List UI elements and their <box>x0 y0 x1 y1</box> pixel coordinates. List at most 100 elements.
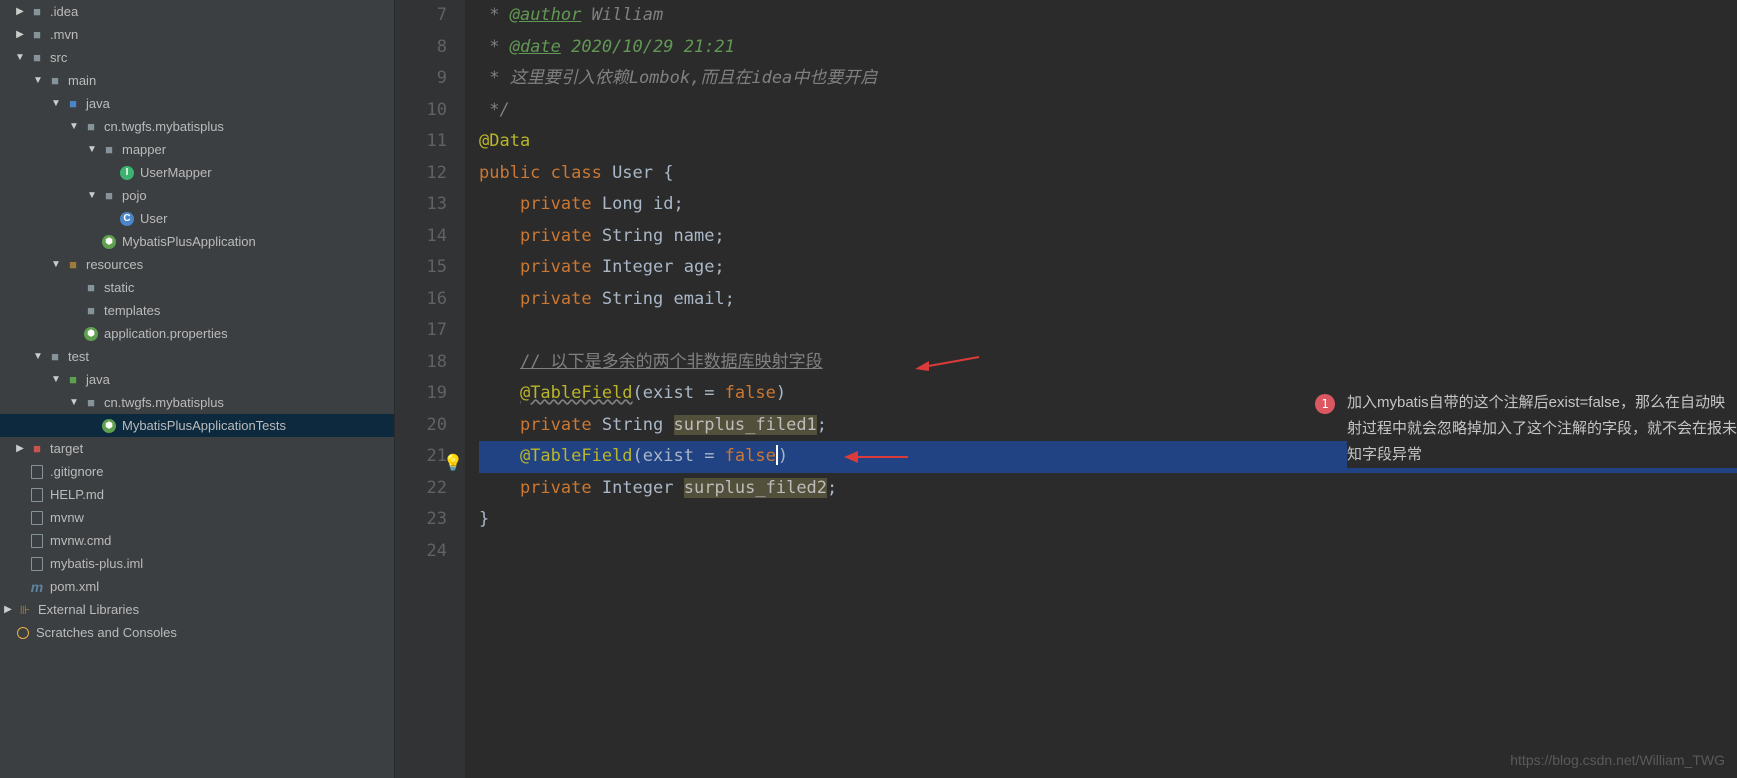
tree-item-pom[interactable]: m pom.xml <box>0 575 394 598</box>
tree-item-props[interactable]: ⬢ application.properties <box>0 322 394 345</box>
tree-label: MybatisPlusApplicationTests <box>122 418 286 433</box>
code-line: * @date 2020/10/29 21:21 <box>479 32 1737 64</box>
tree-label: MybatisPlusApplication <box>122 234 256 249</box>
project-tree[interactable]: ▶ ■ .idea ▶ ■ .mvn ▼ ■ src ▼ ■ main ▼ ■ … <box>0 0 395 778</box>
chevron-right-icon: ▶ <box>0 604 16 615</box>
tree-item-usermapper[interactable]: I UserMapper <box>0 161 394 184</box>
line-number: 22 <box>395 473 447 505</box>
properties-icon: ⬢ <box>82 326 100 342</box>
line-number: 21 <box>395 441 447 473</box>
arrow-icon <box>915 353 981 373</box>
annotation-callout: 1 加入mybatis自带的这个注解后exist=false，那么在自动映射过程… <box>1315 390 1737 468</box>
tree-label: mvnw <box>50 510 84 525</box>
tree-item-help[interactable]: HELP.md <box>0 483 394 506</box>
tree-label: User <box>140 211 167 226</box>
tree-item-mvn[interactable]: ▶ ■ .mvn <box>0 23 394 46</box>
tree-label: HELP.md <box>50 487 104 502</box>
folder-icon: ■ <box>28 50 46 66</box>
tree-label: main <box>68 73 96 88</box>
code-line <box>479 536 1737 568</box>
tree-item-mapper[interactable]: ▼ ■ mapper <box>0 138 394 161</box>
line-number: 24 <box>395 536 447 568</box>
tree-item-src[interactable]: ▼ ■ src <box>0 46 394 69</box>
line-number: 7 <box>395 0 447 32</box>
line-number: 14 <box>395 221 447 253</box>
tree-label: java <box>86 372 110 387</box>
package-icon: ■ <box>100 142 118 158</box>
code-line: // 以下是多余的两个非数据库映射字段 <box>479 347 1737 379</box>
tree-label: pojo <box>122 188 147 203</box>
callout-text: 加入mybatis自带的这个注解后exist=false，那么在自动映射过程中就… <box>1347 390 1737 468</box>
tree-item-templates[interactable]: ■ templates <box>0 299 394 322</box>
folder-icon: ■ <box>28 4 46 20</box>
tree-item-app[interactable]: ⬢ MybatisPlusApplication <box>0 230 394 253</box>
tree-item-pkg[interactable]: ▼ ■ cn.twgfs.mybatisplus <box>0 115 394 138</box>
chevron-right-icon: ▶ <box>12 443 28 454</box>
tree-item-java[interactable]: ▼ ■ java <box>0 92 394 115</box>
tree-label: mybatis-plus.iml <box>50 556 143 571</box>
line-number: 9 <box>395 63 447 95</box>
tree-item-main[interactable]: ▼ ■ main <box>0 69 394 92</box>
maven-icon: m <box>28 579 46 595</box>
tree-label: cn.twgfs.mybatisplus <box>104 119 224 134</box>
bulb-icon[interactable]: 💡 <box>443 447 459 463</box>
code-area[interactable]: * @author William * @date 2020/10/29 21:… <box>465 0 1737 778</box>
tree-item-mvnwcmd[interactable]: mvnw.cmd <box>0 529 394 552</box>
tree-label: application.properties <box>104 326 228 341</box>
code-line <box>479 315 1737 347</box>
tree-label: target <box>50 441 83 456</box>
line-number: 19 <box>395 378 447 410</box>
tree-item-pkg2[interactable]: ▼ ■ cn.twgfs.mybatisplus <box>0 391 394 414</box>
file-icon <box>28 556 46 572</box>
tree-label: src <box>50 50 67 65</box>
watermark: https://blog.csdn.net/William_TWG <box>1510 752 1725 768</box>
file-icon <box>28 533 46 549</box>
chevron-down-icon: ▼ <box>12 52 28 63</box>
folder-icon: ■ <box>82 303 100 319</box>
tree-item-user[interactable]: C User <box>0 207 394 230</box>
tree-item-resources[interactable]: ▼ ■ resources <box>0 253 394 276</box>
line-number: 15 <box>395 252 447 284</box>
tree-item-idea[interactable]: ▶ ■ .idea <box>0 0 394 23</box>
code-line: private Integer surplus_filed2; <box>479 473 1737 505</box>
tree-item-extlib[interactable]: ▶ ⊪ External Libraries <box>0 598 394 621</box>
class-icon: C <box>118 211 136 227</box>
chevron-down-icon: ▼ <box>48 98 64 109</box>
tree-label: static <box>104 280 134 295</box>
tree-item-test[interactable]: ▼ ■ test <box>0 345 394 368</box>
package-icon: ■ <box>82 395 100 411</box>
chevron-right-icon: ▶ <box>12 6 28 17</box>
code-line: * 这里要引入依赖Lombok,而且在idea中也要开启 <box>479 63 1737 95</box>
tree-label: templates <box>104 303 160 318</box>
tree-item-scratch[interactable]: Scratches and Consoles <box>0 621 394 644</box>
chevron-down-icon: ▼ <box>48 374 64 385</box>
chevron-down-icon: ▼ <box>84 190 100 201</box>
code-line: private Long id; <box>479 189 1737 221</box>
tree-item-pojo[interactable]: ▼ ■ pojo <box>0 184 394 207</box>
interface-icon: I <box>118 165 136 181</box>
package-icon: ■ <box>82 119 100 135</box>
code-line: } <box>479 504 1737 536</box>
spring-icon: ⬢ <box>100 234 118 250</box>
file-icon <box>28 510 46 526</box>
tree-label: UserMapper <box>140 165 212 180</box>
tree-label: resources <box>86 257 143 272</box>
line-number: 13 <box>395 189 447 221</box>
tree-item-target[interactable]: ▶ ■ target <box>0 437 394 460</box>
chevron-down-icon: ▼ <box>30 351 46 362</box>
resources-folder-icon: ■ <box>64 257 82 273</box>
tree-item-iml[interactable]: mybatis-plus.iml <box>0 552 394 575</box>
file-icon <box>28 487 46 503</box>
tree-label: .gitignore <box>50 464 103 479</box>
tree-label: .mvn <box>50 27 78 42</box>
code-editor[interactable]: 7 8 9 10 11 12 13 14 15 16 17 18 19 20 2… <box>395 0 1737 778</box>
arrow-icon <box>844 448 910 466</box>
tree-item-tests[interactable]: ⬢ MybatisPlusApplicationTests <box>0 414 394 437</box>
chevron-down-icon: ▼ <box>30 75 46 86</box>
tree-item-static[interactable]: ■ static <box>0 276 394 299</box>
tree-item-mvnw[interactable]: mvnw <box>0 506 394 529</box>
tree-item-gitignore[interactable]: .gitignore <box>0 460 394 483</box>
code-line: private String email; <box>479 284 1737 316</box>
line-number: 10 <box>395 95 447 127</box>
tree-item-java2[interactable]: ▼ ■ java <box>0 368 394 391</box>
